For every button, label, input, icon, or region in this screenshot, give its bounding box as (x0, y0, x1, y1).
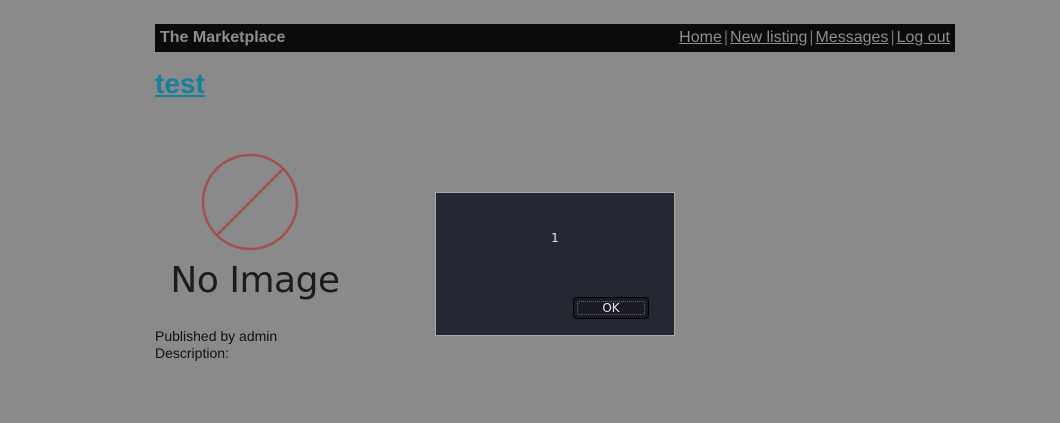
nav-messages-link[interactable]: Messages (816, 29, 889, 46)
nav-home-link[interactable]: Home (679, 29, 722, 46)
nav-separator: | (723, 29, 729, 46)
listing-title-link[interactable]: test (155, 68, 205, 100)
nav-new-listing-link[interactable]: New listing (730, 29, 807, 46)
site-title: The Marketplace (160, 29, 286, 46)
main-nav: Home | New listing | Messages | Log out (679, 29, 950, 47)
no-image-text: No Image (170, 260, 340, 301)
ok-button[interactable]: OK (573, 297, 649, 319)
alert-message: 1 (551, 231, 559, 245)
no-image-placeholder: No Image (170, 150, 340, 310)
nav-separator: | (890, 29, 895, 46)
no-image-icon (201, 153, 299, 251)
published-by-text: Published by admin (155, 328, 278, 344)
focus-ring (577, 301, 645, 315)
alert-dialog: 1 OK (435, 192, 675, 336)
nav-logout-link[interactable]: Log out (897, 29, 950, 46)
site-header: The Marketplace Home | New listing | Message… (155, 24, 955, 52)
description-label: Description: (155, 345, 229, 361)
nav-separator: | (809, 29, 814, 46)
listing-meta: Published by admin Description: (155, 328, 277, 362)
